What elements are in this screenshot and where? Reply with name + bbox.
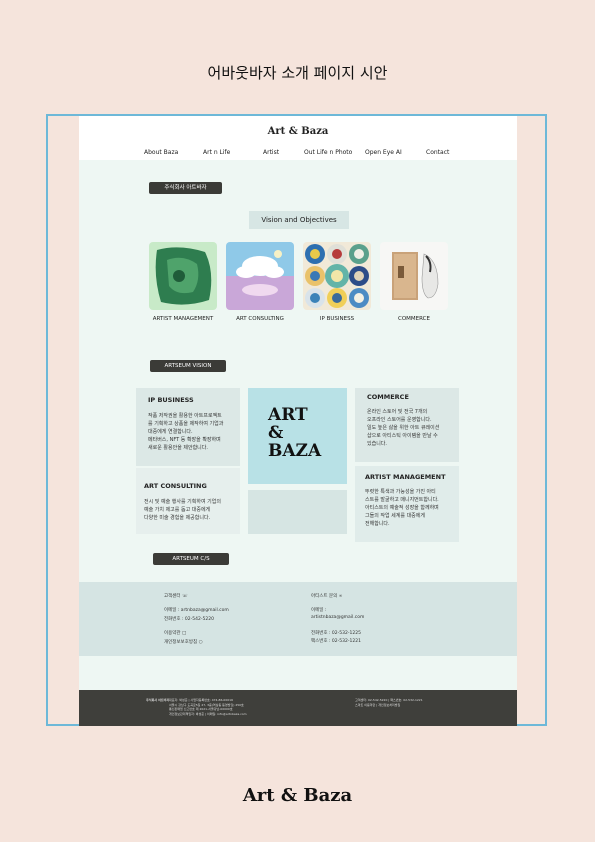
company-contact-line: 스마트 이용약관 | 개인정보처리방침: [355, 702, 401, 707]
page-heading: 어바웃바자 소개 페이지 시안: [207, 64, 388, 82]
feature-line-art: ART: [268, 405, 308, 425]
nav-out-life-n-photo[interactable]: Out Life n Photo: [304, 149, 352, 156]
ip-business-card: IP BUSINESS 작품 저작권을 활용한 아트프로젝트 를 기획하고 상품…: [136, 388, 240, 466]
commerce-body: 온라인 스토어 및 전국 7개의 오프라인 스토어를 운영합니다. 일도 높은 …: [367, 409, 440, 447]
company-name-label: 주식회사 아트바자: [146, 698, 170, 702]
company-contact-line: 고객센터: 02-542-5220 | 팩스번호: 02-532-1221: [355, 698, 423, 702]
website-mockup: Art & Baza About Baza Art n Life Artist …: [79, 116, 517, 726]
artist-phone[interactable]: 전화번호 : 02-532-1225: [311, 631, 361, 637]
product-box-icon[interactable]: [380, 242, 448, 310]
ip-business-body: 작품 저작권을 활용한 아트프로젝트 를 기획하고 상품을 제작하여 기업과 대…: [148, 413, 224, 451]
cs-pill: ARTSEUM C/S: [153, 553, 229, 565]
top-navigation-bar: Art & Baza About Baza Art n Life Artist …: [79, 116, 517, 160]
thumb-label-commerce: COMMERCE: [398, 316, 430, 322]
feature-line-baza: BAZA: [268, 441, 322, 461]
feature-line-amp: &: [268, 423, 284, 443]
cs-email[interactable]: 이메일 : artnbaza@gmail.com: [164, 608, 229, 614]
company-info-footer: 주식회사 아트바자 대표자: 박성준 | 사업자등록번호: 474-86-000…: [79, 690, 517, 726]
art-consulting-title: ART CONSULTING: [144, 482, 207, 490]
privacy-link[interactable]: 개인정보보호방침: [164, 640, 197, 645]
art-baza-feature-card: ART & BAZA: [248, 388, 347, 484]
site-logo[interactable]: Art & Baza: [79, 126, 517, 137]
document-icon: □: [182, 631, 187, 636]
artist-management-card: ARTIST MANAGEMENT 뚜렷한 특색과 가능성을 가진 아티 스트를…: [355, 466, 459, 542]
green-painting-icon[interactable]: [149, 242, 217, 310]
art-consulting-card: ART CONSULTING 전시 및 예술 행사를 기획하여 기업의 예술 가…: [136, 468, 240, 534]
headset-icon: ☏: [182, 594, 188, 599]
art-consulting-body: 전시 및 예술 행사를 기획하여 기업의 예술 가치 제고를 돕고 대중에게 다…: [144, 499, 221, 521]
link-icon: ∞: [338, 594, 343, 599]
cloud-sky-art-icon[interactable]: [226, 242, 294, 310]
terms-link[interactable]: 이용약관: [164, 631, 181, 636]
commerce-title: COMMERCE: [367, 393, 409, 401]
nav-artist[interactable]: Artist: [263, 149, 279, 156]
customer-service-section: 고객센터 ☏ 이메일 : artnbaza@gmail.com 전화번호 : 0…: [79, 582, 517, 656]
cs-phone[interactable]: 전화번호 : 02-542-5220: [164, 617, 214, 623]
artist-email[interactable]: artistnbaza@gmail.com: [311, 615, 364, 621]
artist-fax: 팩스번호 : 02-532-1221: [311, 639, 361, 644]
artist-management-title: ARTIST MANAGEMENT: [365, 473, 446, 481]
nav-art-n-life[interactable]: Art n Life: [203, 149, 230, 156]
nav-open-eye-ai[interactable]: Open Eye AI: [365, 149, 402, 156]
lock-icon: ○: [198, 640, 203, 645]
vision-pill: ARTSEUM VISION: [150, 360, 226, 372]
cs-title: 고객센터: [164, 594, 181, 599]
artist-management-body: 뚜렷한 특색과 가능성을 가진 아티 스트를 발굴하고 매니지먼트합니다. 아티…: [365, 489, 439, 527]
decorative-plates-icon[interactable]: [303, 242, 371, 310]
ip-business-title: IP BUSINESS: [148, 396, 194, 404]
commerce-card: COMMERCE 온라인 스토어 및 전국 7개의 오프라인 스토어를 운영합니…: [355, 388, 459, 462]
bottom-brand-logo: Art & Baza: [242, 785, 353, 806]
vision-objectives-heading: Vision and Objectives: [249, 211, 349, 229]
artist-inquiry-title: 아티스트 문의: [311, 594, 338, 599]
empty-placeholder-card: [248, 490, 347, 534]
artist-email-label: 이메일 :: [311, 608, 327, 613]
nav-contact[interactable]: Contact: [426, 149, 449, 156]
nav-about-baza[interactable]: About Baza: [144, 149, 178, 156]
company-info-line: 개인정보관리책임자: 박성준 | 이메일: info@artnbaza.com: [169, 711, 247, 716]
company-pill: 주식회사 아트바자: [149, 182, 222, 194]
